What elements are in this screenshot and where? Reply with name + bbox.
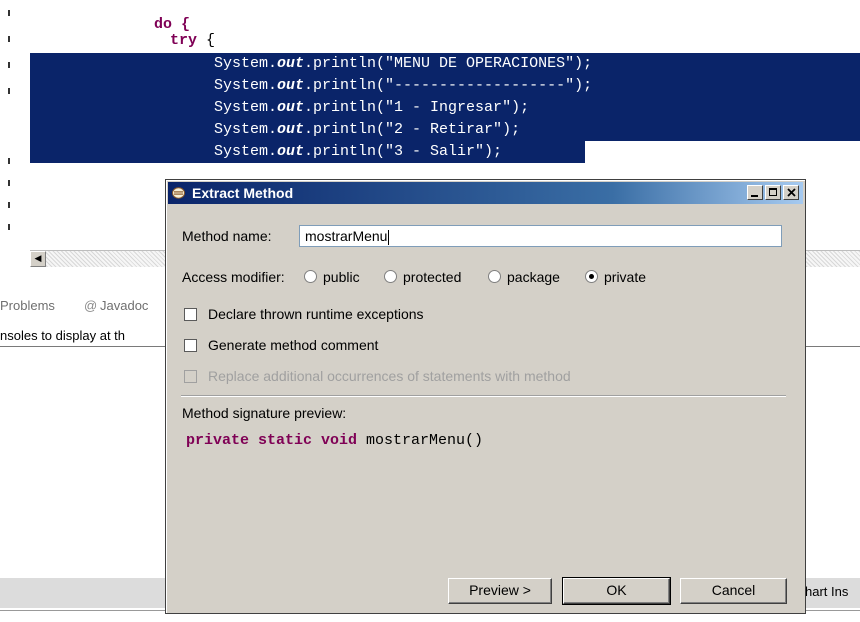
gutter-marker	[8, 158, 10, 164]
try-keyword: try	[170, 32, 198, 49]
gutter-marker	[8, 202, 10, 208]
gutter-marker	[8, 36, 10, 42]
method-name-label: Method name:	[182, 228, 272, 244]
radio-package[interactable]	[488, 270, 501, 283]
status-bar-text: hart Ins	[805, 584, 849, 599]
code-line-do: do {	[118, 0, 190, 33]
radio-package-label[interactable]: package	[507, 269, 560, 285]
code-line-selected: System.out.println("2 - Retirar");	[30, 119, 860, 141]
gutter-marker	[8, 224, 10, 230]
code-field: out	[277, 99, 305, 116]
tab-javadoc[interactable]: Javadoc	[100, 298, 148, 313]
code-field: out	[277, 121, 305, 138]
radio-private-label[interactable]: private	[604, 269, 646, 285]
checkbox-replace-occurrences	[184, 370, 197, 383]
method-name-value: mostrarMenu	[305, 228, 388, 244]
code-suffix: .println("1 - Ingresar");	[304, 99, 530, 116]
code-field: out	[277, 143, 305, 160]
code-prefix: System.	[214, 121, 278, 138]
gutter-marker	[8, 180, 10, 186]
code-suffix: .println("-------------------");	[304, 77, 593, 94]
radio-selected-dot	[589, 274, 594, 279]
radio-private[interactable]	[585, 270, 598, 283]
gutter-marker	[8, 88, 10, 94]
cancel-button[interactable]: Cancel	[680, 578, 787, 604]
javadoc-at-icon: @	[84, 298, 98, 313]
radio-protected-label[interactable]: protected	[403, 269, 461, 285]
extract-method-dialog: Extract Method Method name: mostrarMenu …	[165, 179, 806, 614]
gutter-marker	[8, 62, 10, 68]
signature-preview: private static void mostrarMenu()	[186, 432, 483, 449]
code-suffix: .println("3 - Salir");	[304, 143, 503, 160]
dialog-title: Extract Method	[192, 185, 294, 201]
checkbox-generate-comment-label[interactable]: Generate method comment	[208, 337, 378, 353]
maximize-icon[interactable]	[765, 185, 781, 200]
tab-problems[interactable]: Problems	[0, 298, 55, 313]
divider	[181, 395, 786, 397]
text-caret	[388, 229, 390, 245]
checkbox-declare-exceptions[interactable]	[184, 308, 197, 321]
code-line-selected: System.out.println("1 - Ingresar");	[30, 97, 860, 119]
code-line-try: try {	[170, 30, 215, 52]
checkbox-replace-occurrences-label: Replace additional occurrences of statem…	[208, 368, 571, 384]
code-line-selected: System.out.println("3 - Salir");	[30, 141, 585, 163]
code-field: out	[277, 55, 305, 72]
ok-button[interactable]: OK	[562, 577, 671, 605]
scroll-left-arrow-icon[interactable]: ◀	[30, 251, 46, 267]
code-suffix: .println("MENU DE OPERACIONES");	[304, 55, 593, 72]
dialog-titlebar[interactable]: Extract Method	[168, 182, 803, 204]
extract-method-icon	[172, 187, 185, 199]
radio-public-label[interactable]: public	[323, 269, 360, 285]
checkbox-generate-comment[interactable]	[184, 339, 197, 352]
signature-method: mostrarMenu()	[357, 432, 484, 449]
access-modifier-label: Access modifier:	[182, 269, 285, 285]
minimize-icon[interactable]	[747, 185, 763, 200]
code-prefix: System.	[214, 143, 278, 160]
close-icon[interactable]	[783, 185, 799, 200]
method-name-input[interactable]: mostrarMenu	[299, 225, 782, 247]
code-field: out	[277, 77, 305, 94]
preview-button[interactable]: Preview >	[448, 578, 552, 604]
signature-keywords: private static void	[186, 432, 358, 449]
code-line-selected: System.out.println("-------------------"…	[30, 75, 860, 97]
checkbox-declare-exceptions-label[interactable]: Declare thrown runtime exceptions	[208, 306, 424, 322]
gutter-marker	[8, 10, 10, 16]
code-prefix: System.	[214, 77, 278, 94]
code-suffix: .println("2 - Retirar");	[304, 121, 521, 138]
try-brace: {	[197, 32, 216, 49]
console-message: nsoles to display at th	[0, 328, 126, 343]
radio-protected[interactable]	[384, 270, 397, 283]
signature-preview-label: Method signature preview:	[182, 405, 347, 421]
code-prefix: System.	[214, 99, 278, 116]
radio-public[interactable]	[304, 270, 317, 283]
code-prefix: System.	[214, 55, 278, 72]
code-line-selected: System.out.println("MENU DE OPERACIONES"…	[30, 53, 860, 75]
